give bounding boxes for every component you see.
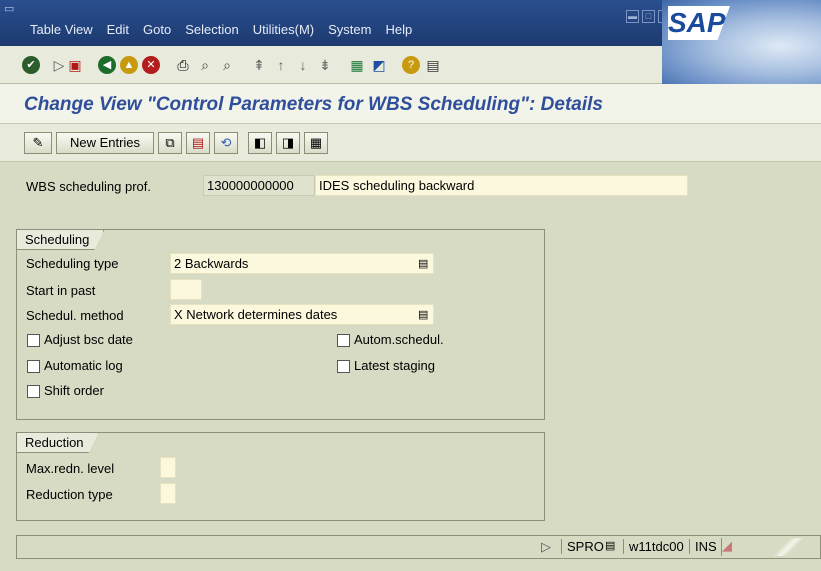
menu-help[interactable]: Help [385, 22, 412, 37]
menu-selection[interactable]: Selection [185, 22, 238, 37]
status-expand-icon[interactable]: ▷ [541, 539, 551, 555]
scheduling-group-title: Scheduling [17, 230, 104, 250]
status-resize-grip[interactable] [761, 538, 816, 556]
status-mode: INS [689, 539, 717, 554]
pencil-glasses-icon: ✎ [32, 135, 44, 150]
scheduling-method-dropdown-icon[interactable]: ▤ [418, 308, 428, 321]
sap-logo: SAP [668, 6, 730, 40]
shift-order-checkbox[interactable] [27, 385, 40, 398]
select-all-icon[interactable]: ▦ [304, 132, 328, 154]
status-lock-icon: ◢ [721, 538, 751, 556]
display-change-button[interactable]: ✎ [24, 132, 52, 154]
menu-list: Table View Edit Goto Selection Utilities… [30, 22, 426, 37]
next-page-icon[interactable]: ↓ [294, 56, 312, 74]
exit-icon[interactable]: ▲ [120, 56, 138, 74]
system-menu-icon[interactable]: ▭ [4, 2, 16, 15]
maximize-icon[interactable]: □ [642, 10, 655, 23]
delete-icon[interactable]: ▤ [186, 132, 210, 154]
menu-system[interactable]: System [328, 22, 371, 37]
automatic-log-label: Automatic log [44, 358, 123, 373]
status-bar: ▷ SPRO ▤ w11tdc00 INS ◢ [16, 535, 821, 559]
last-page-icon[interactable]: ⇟ [316, 56, 334, 74]
scheduling-type-field[interactable]: 2 Backwards [170, 253, 434, 274]
status-session-list-icon[interactable]: ▤ [605, 539, 615, 552]
automatic-scheduling-checkbox[interactable] [337, 334, 350, 347]
previous-entry-icon[interactable]: ◧ [248, 132, 272, 154]
latest-staging-checkbox[interactable] [337, 360, 350, 373]
save-icon[interactable]: ▣ [66, 56, 84, 74]
create-session-icon[interactable]: ▦ [348, 56, 366, 74]
shift-order-label: Shift order [44, 383, 104, 398]
scheduling-type-value: 2 Backwards [174, 256, 249, 271]
find-next-icon[interactable]: ⌕ [218, 56, 236, 74]
scheduling-method-field[interactable]: X Network determines dates [170, 304, 434, 325]
undo-change-icon[interactable]: ⟲ [214, 132, 238, 154]
help-icon[interactable]: ? [402, 56, 420, 74]
copy-icon[interactable]: ⧉ [158, 132, 182, 154]
minimize-icon[interactable]: ▬ [626, 10, 639, 23]
scheduling-method-value: X Network determines dates [174, 307, 338, 322]
automatic-scheduling-label: Autom.schedul. [354, 332, 444, 347]
wbs-profile-label: WBS scheduling prof. [26, 179, 152, 194]
find-icon[interactable]: ⌕ [196, 56, 214, 74]
start-in-past-field[interactable] [170, 279, 202, 300]
menu-utilities[interactable]: Utilities(M) [253, 22, 314, 37]
wbs-profile-description: IDES scheduling backward [315, 175, 688, 196]
title-bar: Change View "Control Parameters for WBS … [0, 84, 821, 124]
previous-page-icon[interactable]: ↑ [272, 56, 290, 74]
scheduling-method-label: Schedul. method [26, 308, 124, 323]
first-page-icon[interactable]: ⇞ [250, 56, 268, 74]
latest-staging-label: Latest staging [354, 358, 435, 373]
adjust-basic-date-label: Adjust bsc date [44, 332, 133, 347]
enter-icon[interactable]: ✔ [22, 56, 40, 74]
menu-edit[interactable]: Edit [107, 22, 129, 37]
page-title: Change View "Control Parameters for WBS … [24, 94, 603, 115]
back-icon[interactable]: ◀ [98, 56, 116, 74]
print-icon[interactable]: ⎙ [174, 56, 192, 74]
next-entry-icon[interactable]: ◨ [276, 132, 300, 154]
reduction-type-field[interactable] [160, 483, 176, 504]
wbs-profile-field[interactable]: 130000000000 [203, 175, 315, 196]
status-tcode: SPRO [561, 539, 604, 554]
scheduling-type-dropdown-icon[interactable]: ▤ [418, 257, 428, 270]
scheduling-type-label: Scheduling type [26, 256, 119, 271]
layout-menu-icon[interactable]: ▤ [424, 56, 442, 74]
reduction-group-title: Reduction [17, 433, 99, 453]
max-reduction-level-label: Max.redn. level [26, 461, 115, 476]
sap-logo-area: SAP [662, 0, 821, 84]
new-entries-button[interactable]: New Entries [56, 132, 154, 154]
menu-table-view[interactable]: Table View [30, 22, 93, 37]
status-server: w11tdc00 [623, 539, 684, 554]
menu-goto[interactable]: Goto [143, 22, 171, 37]
max-reduction-level-field[interactable] [160, 457, 176, 478]
status-frame [0, 559, 821, 571]
reduction-type-label: Reduction type [26, 487, 113, 502]
cancel-icon[interactable]: ✕ [142, 56, 160, 74]
reduction-group: Reduction [16, 432, 545, 521]
shortcut-icon[interactable]: ◩ [370, 56, 388, 74]
start-in-past-label: Start in past [26, 283, 96, 298]
automatic-log-checkbox[interactable] [27, 360, 40, 373]
adjust-basic-date-checkbox[interactable] [27, 334, 40, 347]
